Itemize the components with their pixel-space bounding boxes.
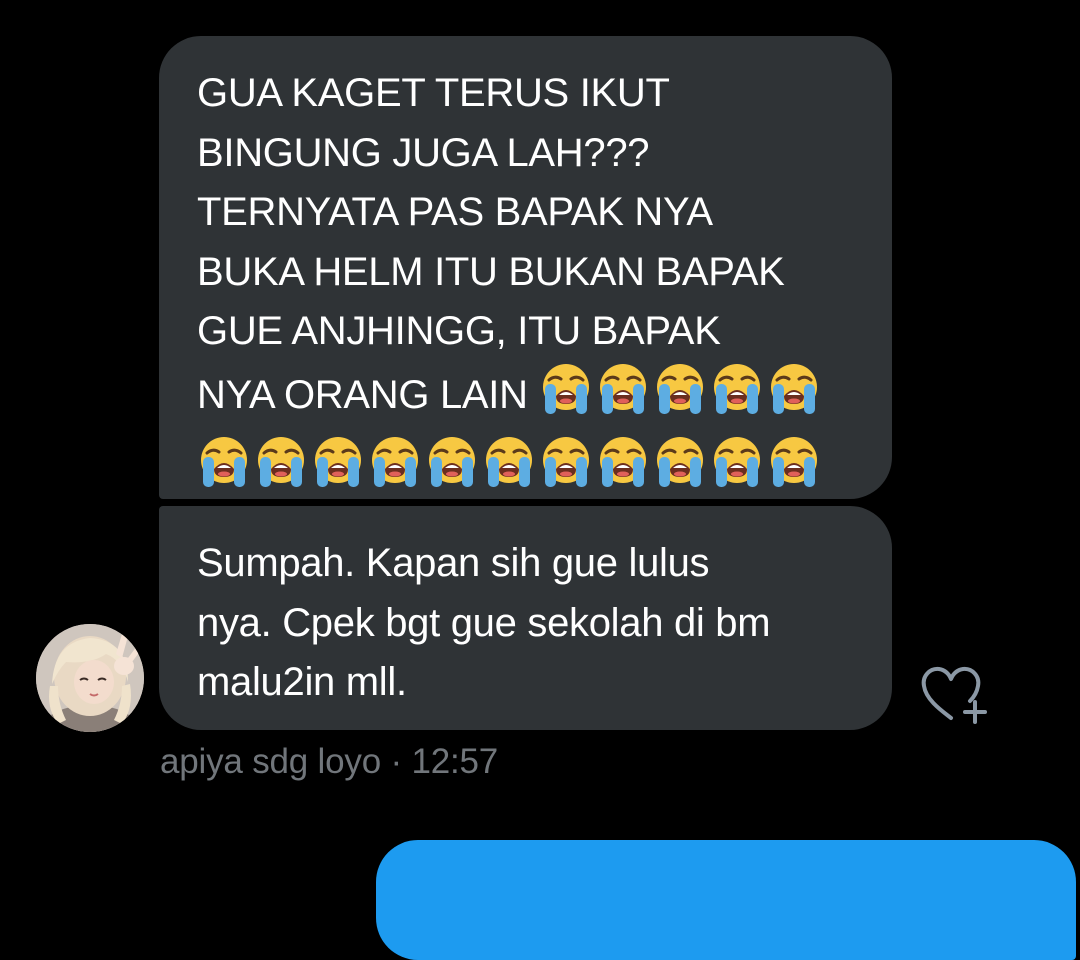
message-line: nya. Cpek bgt gue sekolah di bm xyxy=(197,600,771,645)
user-avatar[interactable] xyxy=(36,624,144,732)
message-line: BUKA HELM ITU BUKAN BAPAK xyxy=(197,249,785,294)
loudly-crying-face-icon xyxy=(771,437,817,487)
message-bubble-1[interactable]: GUA KAGET TERUS IKUT BINGUNG JUGA LAH???… xyxy=(159,36,892,499)
loudly-crying-face-icon xyxy=(201,437,247,487)
message-text: GUA KAGET TERUS IKUT BINGUNG JUGA LAH???… xyxy=(197,64,862,433)
message-line: GUE ANJHINGG, ITU BAPAK xyxy=(197,309,721,353)
sent-message-bubble[interactable] xyxy=(376,840,1076,960)
loudly-crying-face-icon xyxy=(543,437,589,487)
loudly-crying-face-icon xyxy=(656,363,703,414)
message-text: Sumpah. Kapan sih gue lulus nya. Cpek bg… xyxy=(197,534,862,713)
message-line: BINGUNG JUGA LAH??? xyxy=(197,130,650,175)
loudly-crying-face-icon xyxy=(542,363,589,414)
emoji-group-inline xyxy=(539,362,824,434)
loudly-crying-face-icon xyxy=(600,437,646,487)
loudly-crying-face-icon xyxy=(429,437,475,487)
message-line: NYA ORANG LAIN xyxy=(197,372,528,417)
loudly-crying-face-icon xyxy=(372,437,418,487)
message-bubble-2[interactable]: Sumpah. Kapan sih gue lulus nya. Cpek bg… xyxy=(159,506,892,730)
sender-name: apiya sdg loyo xyxy=(160,742,381,781)
message-line: malu2in mll. xyxy=(197,660,407,704)
add-reaction-button[interactable] xyxy=(918,664,990,726)
loudly-crying-face-icon xyxy=(599,363,646,414)
loudly-crying-face-icon xyxy=(486,437,532,487)
loudly-crying-face-icon xyxy=(713,363,760,414)
avatar-image xyxy=(36,624,144,732)
heart-plus-icon xyxy=(921,666,987,724)
message-meta: apiya sdg loyo · 12:57 xyxy=(160,738,498,786)
loudly-crying-face-icon xyxy=(770,363,817,414)
loudly-crying-face-icon xyxy=(315,437,361,487)
message-line: GUA KAGET TERUS IKUT xyxy=(197,71,670,115)
loudly-crying-face-icon xyxy=(714,437,760,487)
emoji-group-row xyxy=(197,435,862,489)
message-line: TERNYATA PAS BAPAK NYA xyxy=(197,190,713,234)
meta-separator: · xyxy=(380,742,412,781)
loudly-crying-face-icon xyxy=(657,437,703,487)
message-line: Sumpah. Kapan sih gue lulus xyxy=(197,541,710,585)
message-time: 12:57 xyxy=(411,742,499,781)
loudly-crying-face-icon xyxy=(258,437,304,487)
